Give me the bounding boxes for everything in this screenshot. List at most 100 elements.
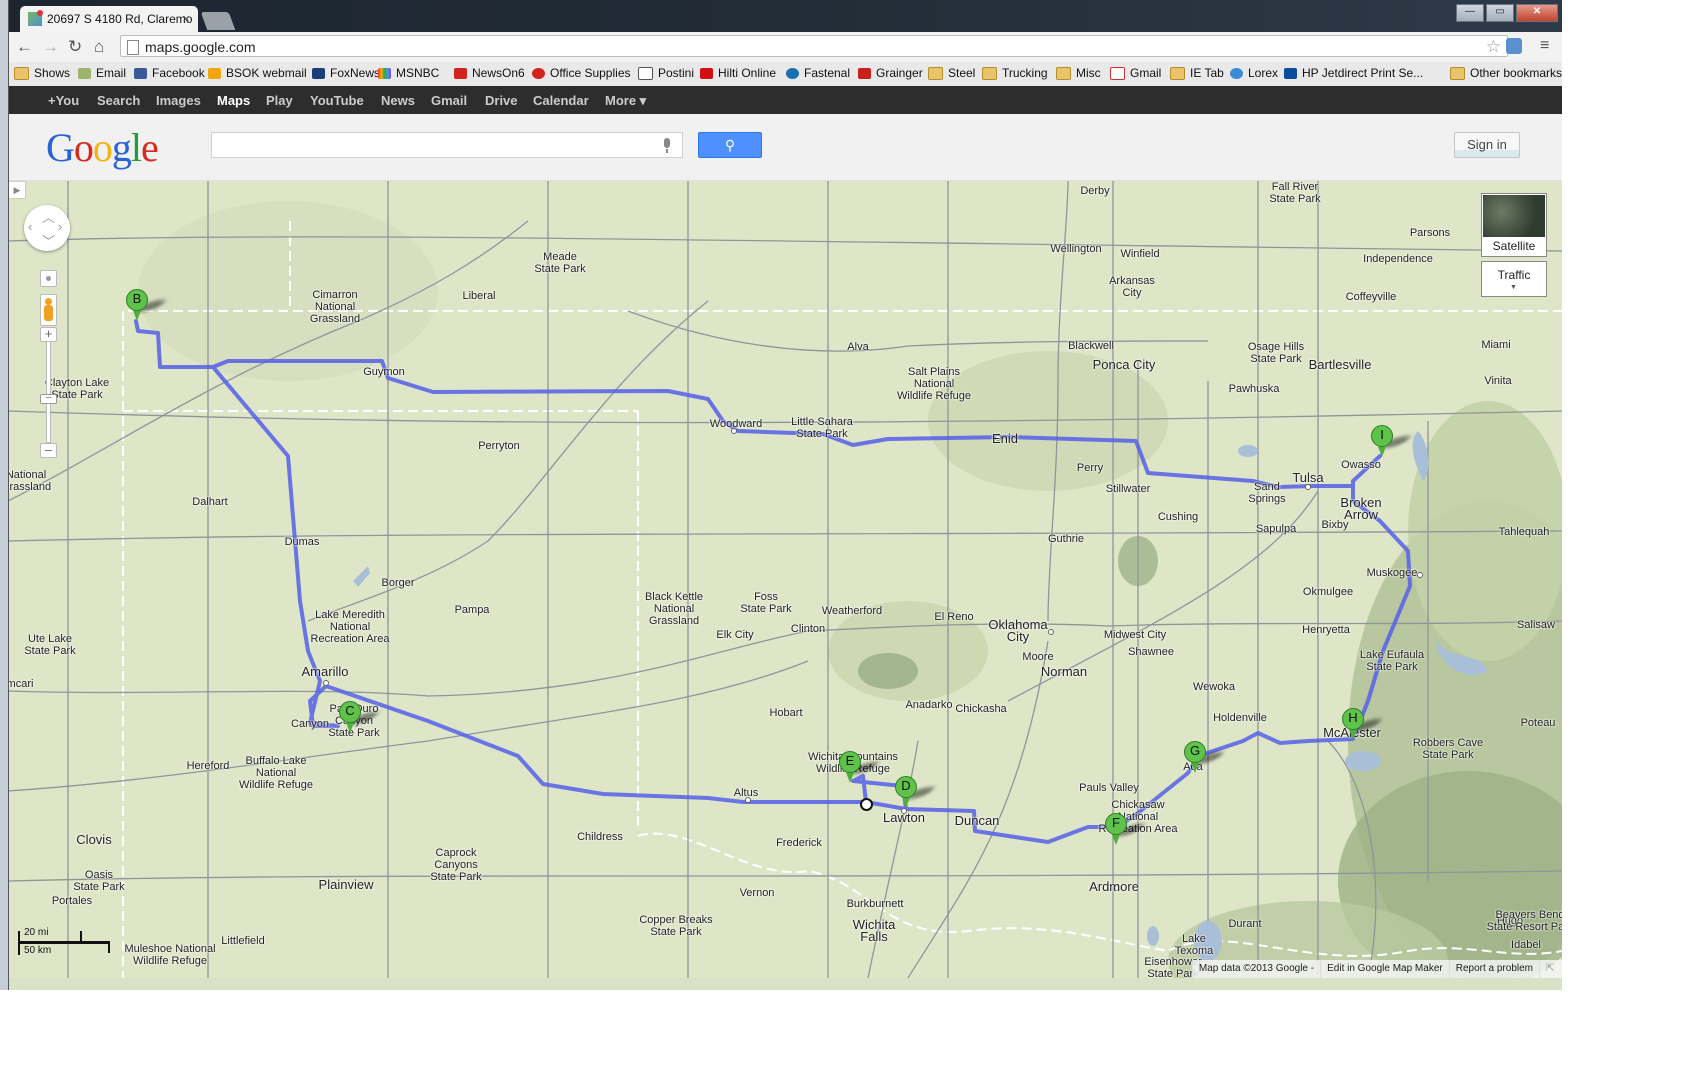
report-problem-link[interactable]: Report a problem xyxy=(1448,960,1539,978)
chevron-down-icon: ▼ xyxy=(1510,284,1517,291)
folder-icon xyxy=(1056,66,1071,80)
route-marker-c[interactable]: C xyxy=(339,701,380,735)
bookmark-postini[interactable]: Postini xyxy=(638,66,694,80)
gbar-maps[interactable]: Maps xyxy=(217,93,250,108)
extension-icon[interactable] xyxy=(1506,38,1522,54)
fastenal-icon xyxy=(786,67,799,79)
bookmark-facebook[interactable]: Facebook xyxy=(134,66,205,80)
folder-icon xyxy=(928,66,943,80)
bookmark-misc[interactable]: Misc xyxy=(1056,66,1101,80)
bookmark-office-supplies[interactable]: Office Supplies xyxy=(532,66,631,80)
traffic-layer-button[interactable]: Traffic ▼ xyxy=(1481,261,1547,297)
resize-corner-icon[interactable]: ⇱ xyxy=(1539,960,1562,978)
folder-icon xyxy=(982,66,997,80)
pan-control[interactable]: ︿ ‹ › ﹀ xyxy=(24,205,70,251)
google-maps-favicon-icon xyxy=(28,10,43,26)
my-location-button[interactable] xyxy=(40,270,57,287)
bookmarks-bar: Other bookmarks Shows Email Facebook BSOK w… xyxy=(8,62,1562,87)
bookmark-bsok-webmail[interactable]: BSOK webmail xyxy=(208,66,307,80)
map-canvas[interactable]: Derby Fall River State Park Wellington Winf… xyxy=(8,181,1562,978)
gbar-youtube[interactable]: YouTube xyxy=(310,93,364,108)
collapse-panel-button[interactable]: ▶ xyxy=(8,181,26,199)
zoom-slider-thumb[interactable]: – xyxy=(40,393,57,404)
route-marker-i[interactable]: I xyxy=(1371,425,1412,459)
maximize-button[interactable]: ▭ xyxy=(1486,4,1514,22)
gbar-news[interactable]: News xyxy=(381,93,415,108)
gbar-more[interactable]: More ▾ xyxy=(605,93,646,109)
route-marker-g[interactable]: G xyxy=(1184,741,1225,775)
route-marker-b[interactable]: B xyxy=(126,289,167,323)
bookmark-lorex[interactable]: Lorex xyxy=(1230,66,1278,80)
browser-tab[interactable]: 20697 S 4180 Rd, Claremo × xyxy=(20,6,198,32)
bookmark-grainger[interactable]: Grainger xyxy=(858,66,923,80)
new-tab-button[interactable] xyxy=(200,12,236,30)
browser-toolbar: ← → ↻ ⌂ maps.google.com ☆ ≡ xyxy=(8,32,1562,62)
street-view-pegman-icon[interactable] xyxy=(40,294,57,326)
minimize-button[interactable]: — xyxy=(1456,4,1484,22)
search-button[interactable]: ⚲ xyxy=(698,132,762,158)
microphone-icon[interactable] xyxy=(664,138,670,153)
bookmark-fastenal[interactable]: Fastenal xyxy=(786,66,850,80)
gbar-gmail[interactable]: Gmail xyxy=(431,93,467,108)
zoom-in-button[interactable]: + xyxy=(40,327,57,342)
zoom-out-button[interactable]: – xyxy=(40,443,57,458)
route-marker-d[interactable]: D xyxy=(895,776,936,810)
satellite-toggle[interactable]: Satellite xyxy=(1481,193,1547,257)
url-text: maps.google.com xyxy=(145,39,256,55)
bookmark-newson6[interactable]: NewsOn6 xyxy=(454,66,525,80)
marker-letter: B xyxy=(132,291,142,306)
route-marker-h[interactable]: H xyxy=(1342,708,1383,742)
title-bar: 20697 S 4180 Rd, Claremo × — ▭ ✕ xyxy=(8,0,1562,32)
route-waypoint-handle[interactable] xyxy=(860,798,873,811)
gbar-drive[interactable]: Drive xyxy=(485,93,518,108)
menu-icon[interactable]: ≡ xyxy=(1540,37,1554,55)
folder-icon xyxy=(1450,66,1465,80)
folder-icon xyxy=(14,66,29,80)
gbar-play[interactable]: Play xyxy=(266,93,293,108)
pan-left-icon[interactable]: ‹ xyxy=(28,219,32,234)
bookmark-foxnews[interactable]: FoxNews xyxy=(312,66,380,80)
close-window-button[interactable]: ✕ xyxy=(1516,4,1558,22)
close-tab-icon[interactable]: × xyxy=(182,11,190,26)
bookmark-star-icon[interactable]: ☆ xyxy=(1486,36,1501,58)
pan-right-icon[interactable]: › xyxy=(58,219,62,234)
office-supplies-icon xyxy=(532,67,545,79)
bookmark-msnbc[interactable]: MSNBC xyxy=(378,66,439,80)
folder-icon xyxy=(1170,66,1185,80)
bookmark-hilti-online[interactable]: Hilti Online xyxy=(700,66,776,80)
marker-letter: I xyxy=(1380,427,1384,442)
gbar-calendar[interactable]: Calendar xyxy=(533,93,589,108)
maps-search-input[interactable] xyxy=(211,132,683,158)
edit-in-map-maker-link[interactable]: Edit in Google Map Maker xyxy=(1320,960,1449,978)
route-marker-f[interactable]: F xyxy=(1105,813,1146,847)
gbar-search[interactable]: Search xyxy=(97,93,140,108)
sign-in-button[interactable]: Sign in xyxy=(1454,132,1520,158)
home-icon[interactable]: ⌂ xyxy=(94,37,104,57)
bookmark-email[interactable]: Email xyxy=(78,66,126,80)
gbar-you[interactable]: +You xyxy=(48,93,79,108)
outlook-icon xyxy=(208,67,221,79)
reload-icon[interactable]: ↻ xyxy=(68,37,82,57)
bookmark-trucking[interactable]: Trucking xyxy=(982,66,1048,80)
map-scale: 20 mi 50 km xyxy=(18,923,118,963)
marker-letter: G xyxy=(1189,743,1201,758)
marker-letter: E xyxy=(845,753,855,768)
route-marker-e[interactable]: E xyxy=(839,751,880,785)
address-bar[interactable]: maps.google.com ☆ xyxy=(120,35,1508,57)
google-logo[interactable]: Google xyxy=(46,124,159,171)
hp-icon xyxy=(1284,67,1297,79)
gbar-images[interactable]: Images xyxy=(156,93,201,108)
forward-arrow-icon[interactable]: → xyxy=(42,37,59,57)
bookmark-shows[interactable]: Shows xyxy=(14,66,70,80)
bookmark-steel[interactable]: Steel xyxy=(928,66,975,80)
back-arrow-icon[interactable]: ← xyxy=(16,37,33,57)
other-bookmarks[interactable]: Other bookmarks xyxy=(1450,66,1562,80)
pan-down-icon[interactable]: ﹀ xyxy=(42,231,55,250)
bookmark-gmail[interactable]: Gmail xyxy=(1110,66,1161,80)
window-controls: — ▭ ✕ xyxy=(1456,4,1558,22)
bookmark-ie-tab[interactable]: IE Tab xyxy=(1170,66,1224,80)
bookmark-hp-jetdirect-print-se[interactable]: HP Jetdirect Print Se... xyxy=(1284,66,1423,80)
msnbc-icon xyxy=(378,67,391,79)
browser-window: 20697 S 4180 Rd, Claremo × — ▭ ✕ ← → ↻ ⌂… xyxy=(0,0,1562,990)
pan-up-icon[interactable]: ︿ xyxy=(42,207,55,226)
